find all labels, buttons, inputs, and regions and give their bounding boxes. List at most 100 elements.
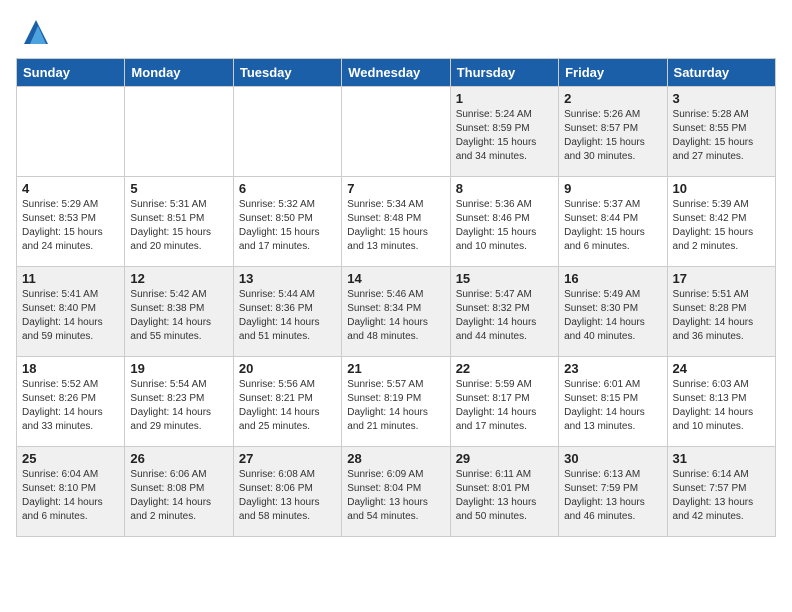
calendar-cell: 13 Sunrise: 5:44 AM Sunset: 8:36 PM Dayli…: [233, 267, 341, 357]
day-info: Sunrise: 5:29 AM Sunset: 8:53 PM Dayligh…: [22, 198, 119, 254]
week-row-1: 1 Sunrise: 5:24 AM Sunset: 8:59 PM Daylig…: [17, 87, 776, 177]
day-number: 24: [673, 361, 770, 376]
day-number: 14: [347, 271, 444, 286]
day-info: Sunrise: 5:34 AM Sunset: 8:48 PM Dayligh…: [347, 198, 444, 254]
logo-icon: [16, 16, 48, 48]
day-info: Sunrise: 5:42 AM Sunset: 8:38 PM Dayligh…: [130, 288, 227, 344]
calendar-table: SundayMondayTuesdayWednesdayThursdayFrid…: [16, 58, 776, 537]
day-number: 31: [673, 451, 770, 466]
day-number: 23: [564, 361, 661, 376]
weekday-header-monday: Monday: [125, 59, 233, 87]
day-info: Sunrise: 6:13 AM Sunset: 7:59 PM Dayligh…: [564, 468, 661, 524]
calendar-cell: 1 Sunrise: 5:24 AM Sunset: 8:59 PM Daylig…: [450, 87, 558, 177]
day-info: Sunrise: 6:03 AM Sunset: 8:13 PM Dayligh…: [673, 378, 770, 434]
weekday-header-wednesday: Wednesday: [342, 59, 450, 87]
day-number: 21: [347, 361, 444, 376]
day-info: Sunrise: 5:54 AM Sunset: 8:23 PM Dayligh…: [130, 378, 227, 434]
day-info: Sunrise: 5:37 AM Sunset: 8:44 PM Dayligh…: [564, 198, 661, 254]
calendar-cell: 5 Sunrise: 5:31 AM Sunset: 8:51 PM Daylig…: [125, 177, 233, 267]
day-number: 16: [564, 271, 661, 286]
day-number: 7: [347, 181, 444, 196]
day-info: Sunrise: 5:49 AM Sunset: 8:30 PM Dayligh…: [564, 288, 661, 344]
day-info: Sunrise: 5:51 AM Sunset: 8:28 PM Dayligh…: [673, 288, 770, 344]
day-number: 6: [239, 181, 336, 196]
day-number: 15: [456, 271, 553, 286]
calendar-cell: 12 Sunrise: 5:42 AM Sunset: 8:38 PM Dayli…: [125, 267, 233, 357]
calendar-cell: 29 Sunrise: 6:11 AM Sunset: 8:01 PM Dayli…: [450, 447, 558, 537]
day-number: 22: [456, 361, 553, 376]
day-number: 2: [564, 91, 661, 106]
calendar-cell: 18Sunrise: 5:52 AM Sunset: 8:26 PM Dayli…: [17, 357, 125, 447]
calendar-cell: 6 Sunrise: 5:32 AM Sunset: 8:50 PM Daylig…: [233, 177, 341, 267]
calendar-cell: 7 Sunrise: 5:34 AM Sunset: 8:48 PM Daylig…: [342, 177, 450, 267]
day-number: 26: [130, 451, 227, 466]
weekday-header-friday: Friday: [559, 59, 667, 87]
day-info: Sunrise: 6:01 AM Sunset: 8:15 PM Dayligh…: [564, 378, 661, 434]
calendar-cell: 19 Sunrise: 5:54 AM Sunset: 8:23 PM Dayli…: [125, 357, 233, 447]
day-info: Sunrise: 5:32 AM Sunset: 8:50 PM Dayligh…: [239, 198, 336, 254]
calendar-cell: 27 Sunrise: 6:08 AM Sunset: 8:06 PM Dayli…: [233, 447, 341, 537]
day-number: 28: [347, 451, 444, 466]
day-number: 5: [130, 181, 227, 196]
day-number: 4: [22, 181, 119, 196]
calendar-cell: 23 Sunrise: 6:01 AM Sunset: 8:15 PM Dayli…: [559, 357, 667, 447]
day-number: 17: [673, 271, 770, 286]
calendar-cell: 3Sunrise: 5:28 AM Sunset: 8:55 PM Daylig…: [667, 87, 775, 177]
day-number: 8: [456, 181, 553, 196]
day-info: Sunrise: 6:14 AM Sunset: 7:57 PM Dayligh…: [673, 468, 770, 524]
day-number: 19: [130, 361, 227, 376]
calendar-cell: 28 Sunrise: 6:09 AM Sunset: 8:04 PM Dayli…: [342, 447, 450, 537]
calendar-cell: 10 Sunrise: 5:39 AM Sunset: 8:42 PM Dayli…: [667, 177, 775, 267]
day-info: Sunrise: 6:08 AM Sunset: 8:06 PM Dayligh…: [239, 468, 336, 524]
week-row-3: 11Sunrise: 5:41 AM Sunset: 8:40 PM Dayli…: [17, 267, 776, 357]
day-info: Sunrise: 6:11 AM Sunset: 8:01 PM Dayligh…: [456, 468, 553, 524]
calendar-cell: 16 Sunrise: 5:49 AM Sunset: 8:30 PM Dayli…: [559, 267, 667, 357]
week-row-5: 25 Sunrise: 6:04 AM Sunset: 8:10 PM Dayli…: [17, 447, 776, 537]
day-number: 25: [22, 451, 119, 466]
header: [16, 16, 776, 48]
calendar-cell: 15 Sunrise: 5:47 AM Sunset: 8:32 PM Dayli…: [450, 267, 558, 357]
day-number: 9: [564, 181, 661, 196]
calendar-cell: 20Sunrise: 5:56 AM Sunset: 8:21 PM Dayli…: [233, 357, 341, 447]
calendar-cell: 30 Sunrise: 6:13 AM Sunset: 7:59 PM Dayli…: [559, 447, 667, 537]
day-info: Sunrise: 6:09 AM Sunset: 8:04 PM Dayligh…: [347, 468, 444, 524]
week-row-4: 18Sunrise: 5:52 AM Sunset: 8:26 PM Dayli…: [17, 357, 776, 447]
day-info: Sunrise: 5:52 AM Sunset: 8:26 PM Dayligh…: [22, 378, 119, 434]
calendar-cell: [233, 87, 341, 177]
week-row-2: 4 Sunrise: 5:29 AM Sunset: 8:53 PM Daylig…: [17, 177, 776, 267]
calendar-cell: 22Sunrise: 5:59 AM Sunset: 8:17 PM Dayli…: [450, 357, 558, 447]
day-number: 13: [239, 271, 336, 286]
day-info: Sunrise: 5:44 AM Sunset: 8:36 PM Dayligh…: [239, 288, 336, 344]
day-info: Sunrise: 5:36 AM Sunset: 8:46 PM Dayligh…: [456, 198, 553, 254]
weekday-header-thursday: Thursday: [450, 59, 558, 87]
calendar-cell: 11Sunrise: 5:41 AM Sunset: 8:40 PM Dayli…: [17, 267, 125, 357]
day-number: 27: [239, 451, 336, 466]
calendar-cell: 14 Sunrise: 5:46 AM Sunset: 8:34 PM Dayli…: [342, 267, 450, 357]
day-number: 12: [130, 271, 227, 286]
calendar-cell: 9 Sunrise: 5:37 AM Sunset: 8:44 PM Daylig…: [559, 177, 667, 267]
day-info: Sunrise: 6:06 AM Sunset: 8:08 PM Dayligh…: [130, 468, 227, 524]
logo: [16, 16, 56, 48]
day-info: Sunrise: 5:41 AM Sunset: 8:40 PM Dayligh…: [22, 288, 119, 344]
day-info: Sunrise: 5:57 AM Sunset: 8:19 PM Dayligh…: [347, 378, 444, 434]
day-number: 1: [456, 91, 553, 106]
day-number: 30: [564, 451, 661, 466]
day-info: Sunrise: 5:24 AM Sunset: 8:59 PM Dayligh…: [456, 108, 553, 164]
day-info: Sunrise: 6:04 AM Sunset: 8:10 PM Dayligh…: [22, 468, 119, 524]
calendar-cell: [342, 87, 450, 177]
day-info: Sunrise: 5:46 AM Sunset: 8:34 PM Dayligh…: [347, 288, 444, 344]
day-info: Sunrise: 5:39 AM Sunset: 8:42 PM Dayligh…: [673, 198, 770, 254]
calendar-cell: [17, 87, 125, 177]
day-number: 10: [673, 181, 770, 196]
calendar-cell: 2Sunrise: 5:26 AM Sunset: 8:57 PM Daylig…: [559, 87, 667, 177]
calendar-cell: 25 Sunrise: 6:04 AM Sunset: 8:10 PM Dayli…: [17, 447, 125, 537]
calendar-cell: 24 Sunrise: 6:03 AM Sunset: 8:13 PM Dayli…: [667, 357, 775, 447]
day-info: Sunrise: 5:47 AM Sunset: 8:32 PM Dayligh…: [456, 288, 553, 344]
day-number: 29: [456, 451, 553, 466]
calendar-cell: 31 Sunrise: 6:14 AM Sunset: 7:57 PM Dayli…: [667, 447, 775, 537]
day-info: Sunrise: 5:31 AM Sunset: 8:51 PM Dayligh…: [130, 198, 227, 254]
day-info: Sunrise: 5:28 AM Sunset: 8:55 PM Dayligh…: [673, 108, 770, 164]
calendar-cell: 4 Sunrise: 5:29 AM Sunset: 8:53 PM Daylig…: [17, 177, 125, 267]
weekday-header-tuesday: Tuesday: [233, 59, 341, 87]
calendar-cell: 8 Sunrise: 5:36 AM Sunset: 8:46 PM Daylig…: [450, 177, 558, 267]
